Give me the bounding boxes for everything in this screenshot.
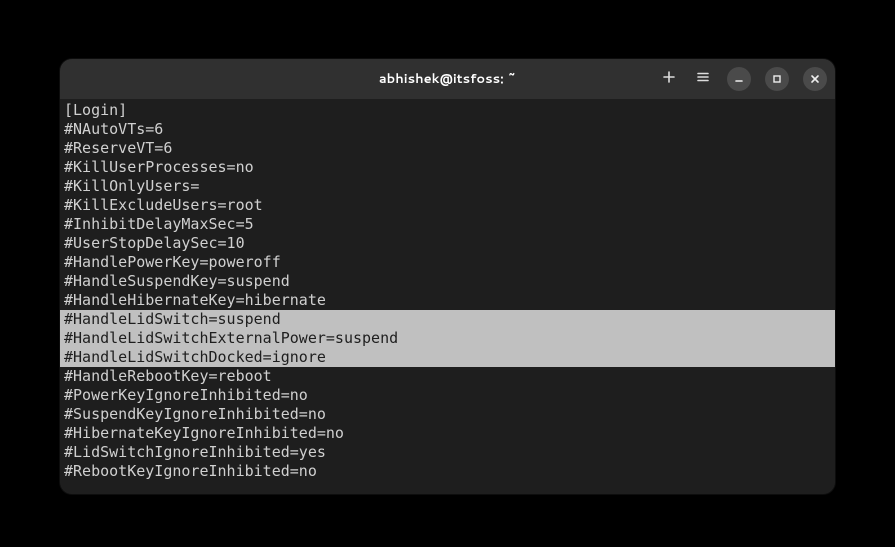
config-line: #KillUserProcesses=no — [60, 158, 835, 177]
config-line: #ReserveVT=6 — [60, 139, 835, 158]
config-line: [Login] — [60, 101, 835, 120]
config-line: #HandleLidSwitchExternalPower=suspend — [60, 329, 835, 348]
config-line: #HandleHibernateKey=hibernate — [60, 291, 835, 310]
close-button[interactable] — [803, 67, 827, 91]
config-line: #HandlePowerKey=poweroff — [60, 253, 835, 272]
config-line: #SuspendKeyIgnoreInhibited=no — [60, 405, 835, 424]
new-tab-icon[interactable] — [659, 70, 679, 88]
maximize-button[interactable] — [765, 67, 789, 91]
config-line: #LidSwitchIgnoreInhibited=yes — [60, 443, 835, 462]
config-line: #HandleLidSwitch=suspend — [60, 310, 835, 329]
minimize-button[interactable] — [727, 67, 751, 91]
config-line: #HibernateKeyIgnoreInhibited=no — [60, 424, 835, 443]
config-line: #KillExcludeUsers=root — [60, 196, 835, 215]
config-line: #NAutoVTs=6 — [60, 120, 835, 139]
hamburger-menu-icon[interactable] — [693, 70, 713, 88]
config-line: #InhibitDelayMaxSec=5 — [60, 215, 835, 234]
terminal-window: abhishek@itsfoss: ~ [Login]#NAutoVTs=6#R… — [60, 59, 835, 494]
config-line: #HandleRebootKey=reboot — [60, 367, 835, 386]
config-line: #HandleLidSwitchDocked=ignore — [60, 348, 835, 367]
config-line: #PowerKeyIgnoreInhibited=no — [60, 386, 835, 405]
terminal-content[interactable]: [Login]#NAutoVTs=6#ReserveVT=6#KillUserP… — [60, 99, 835, 494]
titlebar-controls — [659, 67, 835, 91]
config-line: #UserStopDelaySec=10 — [60, 234, 835, 253]
titlebar: abhishek@itsfoss: ~ — [60, 59, 835, 99]
config-line: #HandleSuspendKey=suspend — [60, 272, 835, 291]
config-line: #RebootKeyIgnoreInhibited=no — [60, 462, 835, 481]
config-line: #KillOnlyUsers= — [60, 177, 835, 196]
